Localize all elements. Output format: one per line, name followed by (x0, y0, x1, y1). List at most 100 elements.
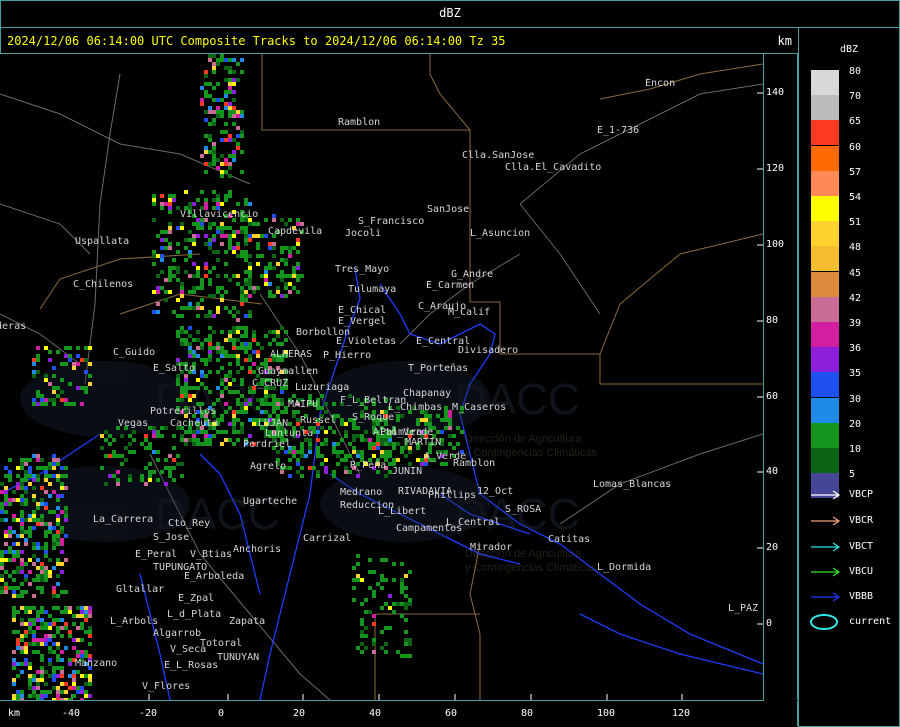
echo-pixel (332, 470, 336, 474)
echo-pixel (72, 402, 76, 406)
echo-pixel (228, 226, 232, 230)
echo-pixel (32, 686, 36, 690)
echo-pixel (212, 434, 216, 438)
echo-pixel (48, 646, 52, 650)
echo-pixel (392, 442, 396, 446)
echo-pixel (336, 450, 340, 454)
echo-pixel (104, 430, 108, 434)
echo-pixel (32, 542, 36, 546)
echo-pixel (80, 606, 84, 610)
echo-pixel (44, 478, 48, 482)
echo-pixel (52, 454, 56, 458)
echo-pixel (176, 454, 180, 458)
echo-pixel (240, 422, 244, 426)
echo-pixel (224, 386, 228, 390)
echo-pixel (52, 390, 56, 394)
echo-pixel (88, 682, 92, 686)
echo-pixel (64, 354, 68, 358)
echo-pixel (248, 402, 252, 406)
echo-pixel (264, 270, 268, 274)
echo-pixel (56, 562, 60, 566)
echo-pixel (224, 162, 228, 166)
place-label: Agrelo (250, 461, 286, 472)
echo-pixel (48, 558, 52, 562)
echo-pixel (232, 342, 236, 346)
echo-pixel (52, 474, 56, 478)
echo-pixel (244, 270, 248, 274)
echo-pixel (76, 346, 80, 350)
echo-pixel (180, 306, 184, 310)
echo-pixel (52, 566, 56, 570)
map-canvas[interactable]: DACC DACC DACC DACC Dirección de Agricul… (0, 54, 763, 700)
echo-pixel (236, 410, 240, 414)
echo-pixel (292, 454, 296, 458)
place-label: L_PAZ (728, 603, 758, 614)
echo-pixel (168, 474, 172, 478)
echo-pixel (196, 338, 200, 342)
echo-pixel (184, 430, 188, 434)
echo-pixel (192, 306, 196, 310)
legend-value-label: 70 (849, 91, 862, 103)
echo-pixel (244, 334, 248, 338)
echo-pixel (168, 290, 172, 294)
echo-pixel (236, 418, 240, 422)
echo-pixel (172, 434, 176, 438)
echo-pixel (20, 478, 24, 482)
echo-pixel (260, 234, 264, 238)
echo-pixel (208, 438, 212, 442)
echo-pixel (352, 446, 356, 450)
echo-pixel (84, 610, 88, 614)
echo-pixel (12, 594, 16, 598)
echo-pixel (64, 398, 68, 402)
echo-pixel (292, 450, 296, 454)
place-label: Capdevila (268, 226, 322, 237)
echo-pixel (40, 498, 44, 502)
echo-pixel (232, 114, 236, 118)
echo-pixel (316, 454, 320, 458)
echo-pixel (40, 674, 44, 678)
echo-pixel (204, 374, 208, 378)
echo-pixel (284, 450, 288, 454)
echo-pixel (4, 530, 8, 534)
echo-pixel (20, 594, 24, 598)
echo-pixel (44, 670, 48, 674)
echo-pixel (228, 238, 232, 242)
echo-pixel (64, 622, 68, 626)
echo-pixel (384, 454, 388, 458)
echo-pixel (24, 634, 28, 638)
echo-pixel (224, 58, 228, 62)
echo-pixel (76, 386, 80, 390)
radar-map[interactable]: DACC DACC DACC DACC Dirección de Agricul… (0, 54, 764, 701)
echo-pixel (240, 254, 244, 258)
echo-pixel (240, 134, 244, 138)
echo-pixel (44, 554, 48, 558)
echo-pixel (232, 314, 236, 318)
echo-pixel (24, 490, 28, 494)
echo-pixel (132, 450, 136, 454)
echo-pixel (56, 498, 60, 502)
echo-pixel (256, 242, 260, 246)
echo-pixel (216, 346, 220, 350)
place-label: Palmira (380, 427, 422, 438)
echo-pixel (208, 390, 212, 394)
echo-pixel (372, 594, 376, 598)
echo-pixel (44, 374, 48, 378)
echo-pixel (264, 266, 268, 270)
echo-pixel (392, 458, 396, 462)
legend-swatch (811, 95, 839, 121)
echo-pixel (28, 518, 32, 522)
echo-pixel (360, 438, 364, 442)
echo-pixel (32, 546, 36, 550)
echo-pixel (144, 446, 148, 450)
echo-pixel (48, 622, 52, 626)
echo-pixel (20, 486, 24, 490)
echo-pixel (184, 246, 188, 250)
echo-pixel (28, 606, 32, 610)
echo-pixel (228, 374, 232, 378)
echo-pixel (20, 698, 24, 700)
echo-pixel (56, 666, 60, 670)
echo-pixel (32, 642, 36, 646)
echo-pixel (248, 370, 252, 374)
echo-pixel (352, 586, 356, 590)
echo-pixel (264, 334, 268, 338)
